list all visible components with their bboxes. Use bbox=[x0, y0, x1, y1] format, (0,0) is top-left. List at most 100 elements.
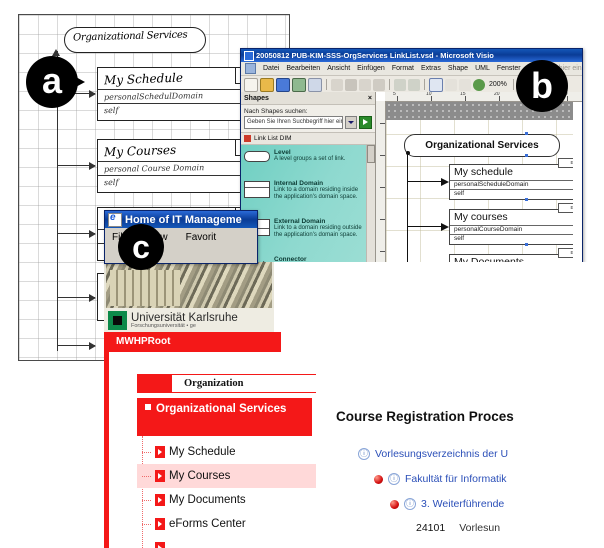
web-page: Universität Karlsruhe Forschungsuniversi… bbox=[104, 262, 604, 548]
sidebar-item-label: My Courses bbox=[169, 470, 231, 482]
bullet-icon bbox=[145, 404, 151, 410]
sketch-root-node: Organizational Services bbox=[64, 27, 206, 53]
arrow-right-icon bbox=[155, 518, 165, 530]
save-icon[interactable] bbox=[276, 77, 290, 92]
diagram-node-my-schedule[interactable]: E My schedule personalScheduleDomain sel… bbox=[449, 158, 573, 200]
tree-link[interactable]: Vorlesungsverzeichnis der U bbox=[375, 448, 508, 460]
fill-color-icon[interactable] bbox=[473, 78, 485, 91]
sidebar-item-label: eForms Center bbox=[169, 518, 246, 530]
menu-fenster[interactable]: Fenster bbox=[497, 65, 521, 72]
zoom-level-value[interactable]: 200% bbox=[487, 81, 509, 88]
sketch-box-owner-1: self bbox=[103, 105, 119, 116]
menu-favorites[interactable]: Favorit bbox=[186, 232, 217, 243]
arrow-right-icon bbox=[155, 542, 165, 548]
node-title: My schedule bbox=[454, 166, 513, 178]
menu-shape[interactable]: Shape bbox=[448, 65, 468, 72]
visio-app-icon bbox=[244, 50, 254, 61]
info-icon[interactable]: ⓘ bbox=[404, 498, 416, 510]
shapes-panel-header: Shapes × bbox=[241, 92, 375, 105]
navigation-column[interactable]: Organization Organizational Services My … bbox=[109, 352, 337, 548]
shape-desc: Link to a domain residing outside the ap… bbox=[274, 224, 362, 239]
selected-section-label: Organizational Services bbox=[156, 403, 287, 415]
menu-einfuegen[interactable]: Einfügen bbox=[357, 65, 385, 72]
shape-desc: Link to a domain residing inside the app… bbox=[274, 186, 359, 201]
menu-format[interactable]: Format bbox=[392, 65, 414, 72]
menu-uml[interactable]: UML bbox=[475, 65, 490, 72]
sketch-divider bbox=[98, 161, 262, 162]
menu-extras[interactable]: Extras bbox=[421, 65, 441, 72]
list-item[interactable]: Internal Domain Link to a domain residin… bbox=[241, 176, 375, 204]
close-icon[interactable]: × bbox=[368, 95, 372, 102]
shapes-search-row[interactable]: Geben Sie Ihren Suchbegriff hier ein bbox=[244, 116, 372, 129]
tree-link[interactable]: 3. Weiterführende bbox=[421, 498, 504, 510]
text-tool-icon[interactable] bbox=[459, 78, 471, 91]
diagram-root-node[interactable]: Organizational Services bbox=[404, 134, 560, 157]
search-go-icon[interactable] bbox=[359, 116, 372, 129]
selection-handle[interactable] bbox=[525, 243, 528, 246]
sketch-divider bbox=[98, 175, 262, 176]
scrollbar-thumb[interactable] bbox=[367, 145, 375, 163]
university-logo-row: Universität Karlsruhe Forschungsuniversi… bbox=[104, 308, 274, 332]
tree-row-level-2[interactable]: ⓘ 3. Weiterführende bbox=[390, 498, 504, 510]
university-logo-icon bbox=[108, 310, 127, 330]
sidebar-item-eforms-center[interactable]: eForms Center bbox=[137, 512, 337, 536]
menu-ansicht[interactable]: Ansicht bbox=[327, 65, 350, 72]
tree-row-level-1[interactable]: ⓘ Fakultät für Informatik bbox=[374, 473, 507, 485]
sketch-connector-2 bbox=[57, 162, 96, 170]
selection-handle[interactable] bbox=[525, 154, 528, 157]
node-tag-e: E bbox=[558, 248, 573, 258]
stencil-icon bbox=[244, 135, 251, 142]
selected-section-header[interactable]: Organizational Services bbox=[137, 398, 312, 436]
sketch-divider bbox=[98, 103, 262, 104]
sketch-box-domain-1: personalSchedulDomain bbox=[103, 91, 204, 102]
shape-name: Level bbox=[274, 149, 291, 156]
tree-row-level-0[interactable]: ⓘ Vorlesungsverzeichnis der U bbox=[358, 448, 508, 460]
tree-dash bbox=[142, 451, 151, 453]
list-item[interactable]: External Domain Link to a domain residin… bbox=[241, 214, 375, 242]
toolbar-separator bbox=[424, 79, 425, 90]
arrow-right-icon bbox=[155, 446, 165, 458]
undo-icon[interactable] bbox=[394, 78, 406, 91]
open-folder-icon[interactable] bbox=[260, 77, 274, 92]
sketch-box-title-2: My Courses bbox=[103, 142, 177, 160]
sidebar-item-my-courses[interactable]: My Courses bbox=[137, 464, 337, 488]
print-preview-icon[interactable] bbox=[308, 77, 322, 92]
sidebar-item-my-documents[interactable]: My Documents bbox=[137, 488, 337, 512]
pointer-tool-icon[interactable] bbox=[429, 77, 443, 92]
callout-badge-c: c bbox=[118, 224, 164, 270]
cut-icon[interactable] bbox=[331, 78, 343, 91]
internal-domain-shape-icon[interactable] bbox=[244, 180, 270, 202]
sidebar-item-my-schedule[interactable]: My Schedule bbox=[137, 440, 337, 464]
sidebar-item-next[interactable] bbox=[137, 536, 337, 548]
visio-title-bar: 20050812 PUB-KIM-SSS-OrgServices LinkLis… bbox=[241, 49, 582, 62]
toolbar-separator bbox=[512, 79, 514, 90]
selection-handle[interactable] bbox=[525, 198, 528, 201]
paste-icon[interactable] bbox=[359, 78, 371, 91]
menu-datei[interactable]: Datei bbox=[263, 65, 279, 72]
node-tag-e: E bbox=[558, 203, 573, 213]
print-icon[interactable] bbox=[292, 77, 306, 92]
list-item[interactable]: Level A level groups a set of link. bbox=[241, 145, 375, 166]
copy-icon[interactable] bbox=[345, 78, 357, 91]
format-painter-icon[interactable] bbox=[373, 78, 385, 91]
stencil-header[interactable]: Link List DIM bbox=[241, 132, 375, 145]
internet-explorer-icon bbox=[108, 212, 122, 227]
callout-badge-b: b bbox=[516, 60, 568, 112]
toolbar-separator bbox=[389, 79, 390, 90]
search-input[interactable]: Geben Sie Ihren Suchbegriff hier ein bbox=[244, 116, 343, 129]
tree-link[interactable]: Fakultät für Informatik bbox=[405, 473, 507, 485]
redo-icon[interactable] bbox=[408, 78, 420, 91]
organization-tab[interactable]: Organization bbox=[137, 374, 333, 393]
new-file-icon[interactable] bbox=[244, 77, 258, 92]
menu-bearbeiten[interactable]: Bearbeiten bbox=[286, 65, 320, 72]
level-shape-icon[interactable] bbox=[244, 149, 270, 164]
visio-title-text: 20050812 PUB-KIM-SSS-OrgServices LinkLis… bbox=[256, 51, 494, 60]
selection-handle[interactable] bbox=[525, 132, 528, 135]
sketch-divider bbox=[98, 89, 262, 90]
root-bar: MWHPRoot bbox=[109, 332, 281, 352]
diagram-node-my-courses[interactable]: E My courses personalCourseDomain self bbox=[449, 203, 573, 245]
connector-tool-icon[interactable] bbox=[445, 78, 457, 91]
info-icon[interactable]: ⓘ bbox=[388, 473, 400, 485]
info-icon[interactable]: ⓘ bbox=[358, 448, 370, 460]
chevron-down-icon[interactable] bbox=[345, 116, 357, 129]
